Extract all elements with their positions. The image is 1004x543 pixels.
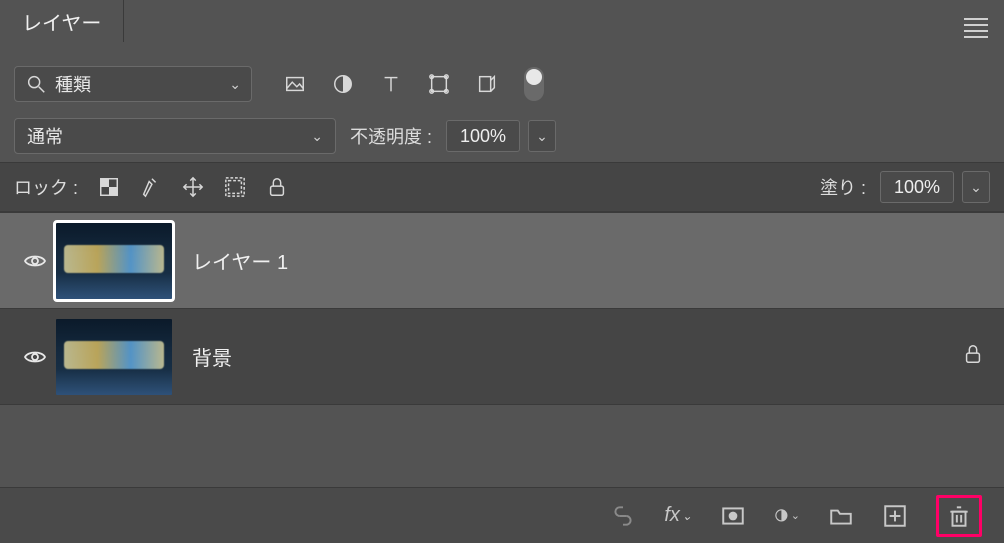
fx-label: fx xyxy=(664,504,680,527)
layer-name[interactable]: レイヤー 1 xyxy=(172,246,984,275)
opacity-label: 不透明度 : xyxy=(350,123,432,149)
layer-thumbnail[interactable] xyxy=(56,319,172,395)
fill-value: 100% xyxy=(894,177,940,198)
layer-effects-button[interactable]: fx⌄ xyxy=(664,504,692,527)
new-group-icon[interactable] xyxy=(828,503,854,529)
chevron-down-icon: ⌄ xyxy=(791,509,800,522)
new-layer-icon[interactable] xyxy=(882,503,908,529)
lock-pixels-icon[interactable] xyxy=(140,176,162,198)
filter-image-icon[interactable] xyxy=(284,73,306,95)
opacity-input[interactable]: 100% xyxy=(446,120,520,152)
chevron-down-icon: ⌄ xyxy=(229,76,241,93)
filter-adjustment-icon[interactable] xyxy=(332,73,354,95)
fill-label: 塗り : xyxy=(820,174,866,200)
opacity-dropdown-button[interactable]: ⌄ xyxy=(528,120,556,152)
tab-layers-label: レイヤー xyxy=(22,7,101,36)
layer-name[interactable]: 背景 xyxy=(172,342,962,371)
lock-label: ロック : xyxy=(14,174,78,200)
fill-dropdown-button[interactable]: ⌄ xyxy=(962,171,990,203)
layers-list: レイヤー 1 背景 xyxy=(0,212,1004,405)
visibility-toggle[interactable] xyxy=(14,345,56,369)
bottom-toolbar: fx⌄ ⌄ xyxy=(0,487,1004,543)
layer-row[interactable]: 背景 xyxy=(0,309,1004,405)
add-mask-icon[interactable] xyxy=(720,503,746,529)
filter-shape-icon[interactable] xyxy=(428,73,450,95)
panel-menu-button[interactable] xyxy=(964,14,988,42)
filter-kind-label: 種類 xyxy=(55,71,91,97)
chevron-down-icon: ⌄ xyxy=(970,179,982,196)
filter-text-icon[interactable] xyxy=(380,73,402,95)
search-icon xyxy=(25,73,47,95)
filter-toggle[interactable] xyxy=(524,67,544,101)
layer-row[interactable]: レイヤー 1 xyxy=(0,213,1004,309)
tab-layers[interactable]: レイヤー xyxy=(0,0,124,42)
trash-icon xyxy=(946,503,972,529)
filter-smartobject-icon[interactable] xyxy=(476,73,498,95)
blend-mode-dropdown[interactable]: 通常 ⌄ xyxy=(14,118,336,154)
lock-transparency-icon[interactable] xyxy=(98,176,120,198)
lock-all-icon[interactable] xyxy=(266,176,288,198)
adjustment-layer-icon[interactable]: ⌄ xyxy=(774,503,800,529)
filter-kind-dropdown[interactable]: 種類 ⌄ xyxy=(14,66,252,102)
blend-row: 通常 ⌄ 不透明度 : 100% ⌄ xyxy=(0,110,1004,162)
fill-input[interactable]: 100% xyxy=(880,171,954,203)
filter-row: 種類 ⌄ xyxy=(0,42,1004,110)
opacity-value: 100% xyxy=(460,126,506,147)
chevron-down-icon: ⌄ xyxy=(536,128,548,145)
layer-thumbnail[interactable] xyxy=(56,223,172,299)
lock-artboard-icon[interactable] xyxy=(224,176,246,198)
visibility-toggle[interactable] xyxy=(14,249,56,273)
delete-layer-button-highlighted[interactable] xyxy=(936,495,982,537)
chevron-down-icon: ⌄ xyxy=(682,509,692,523)
blend-mode-value: 通常 xyxy=(27,123,63,149)
layer-lock-icon[interactable] xyxy=(962,343,984,370)
link-layers-icon[interactable] xyxy=(610,503,636,529)
lock-position-icon[interactable] xyxy=(182,176,204,198)
panel-header: レイヤー xyxy=(0,0,1004,42)
lock-row: ロック : 塗り : 100% ⌄ xyxy=(0,162,1004,212)
filter-icons xyxy=(266,67,544,101)
chevron-down-icon: ⌄ xyxy=(311,128,323,145)
